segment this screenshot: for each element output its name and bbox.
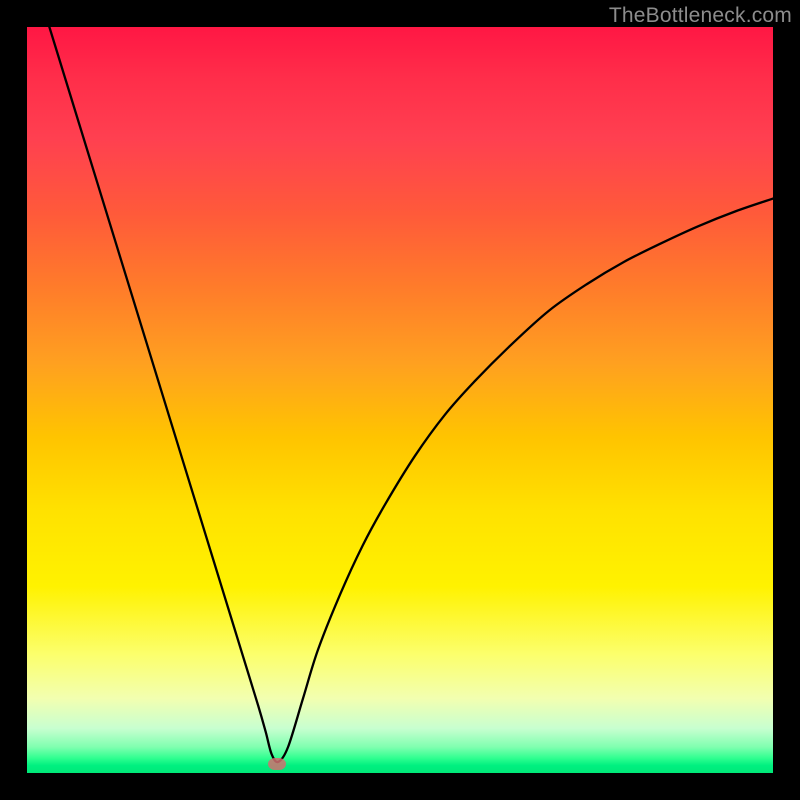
watermark-text: TheBottleneck.com [609, 4, 792, 28]
chart-curve-svg [27, 27, 773, 773]
optimal-point-marker [268, 758, 286, 770]
bottleneck-curve [49, 27, 773, 762]
chart-container: TheBottleneck.com [0, 0, 800, 800]
